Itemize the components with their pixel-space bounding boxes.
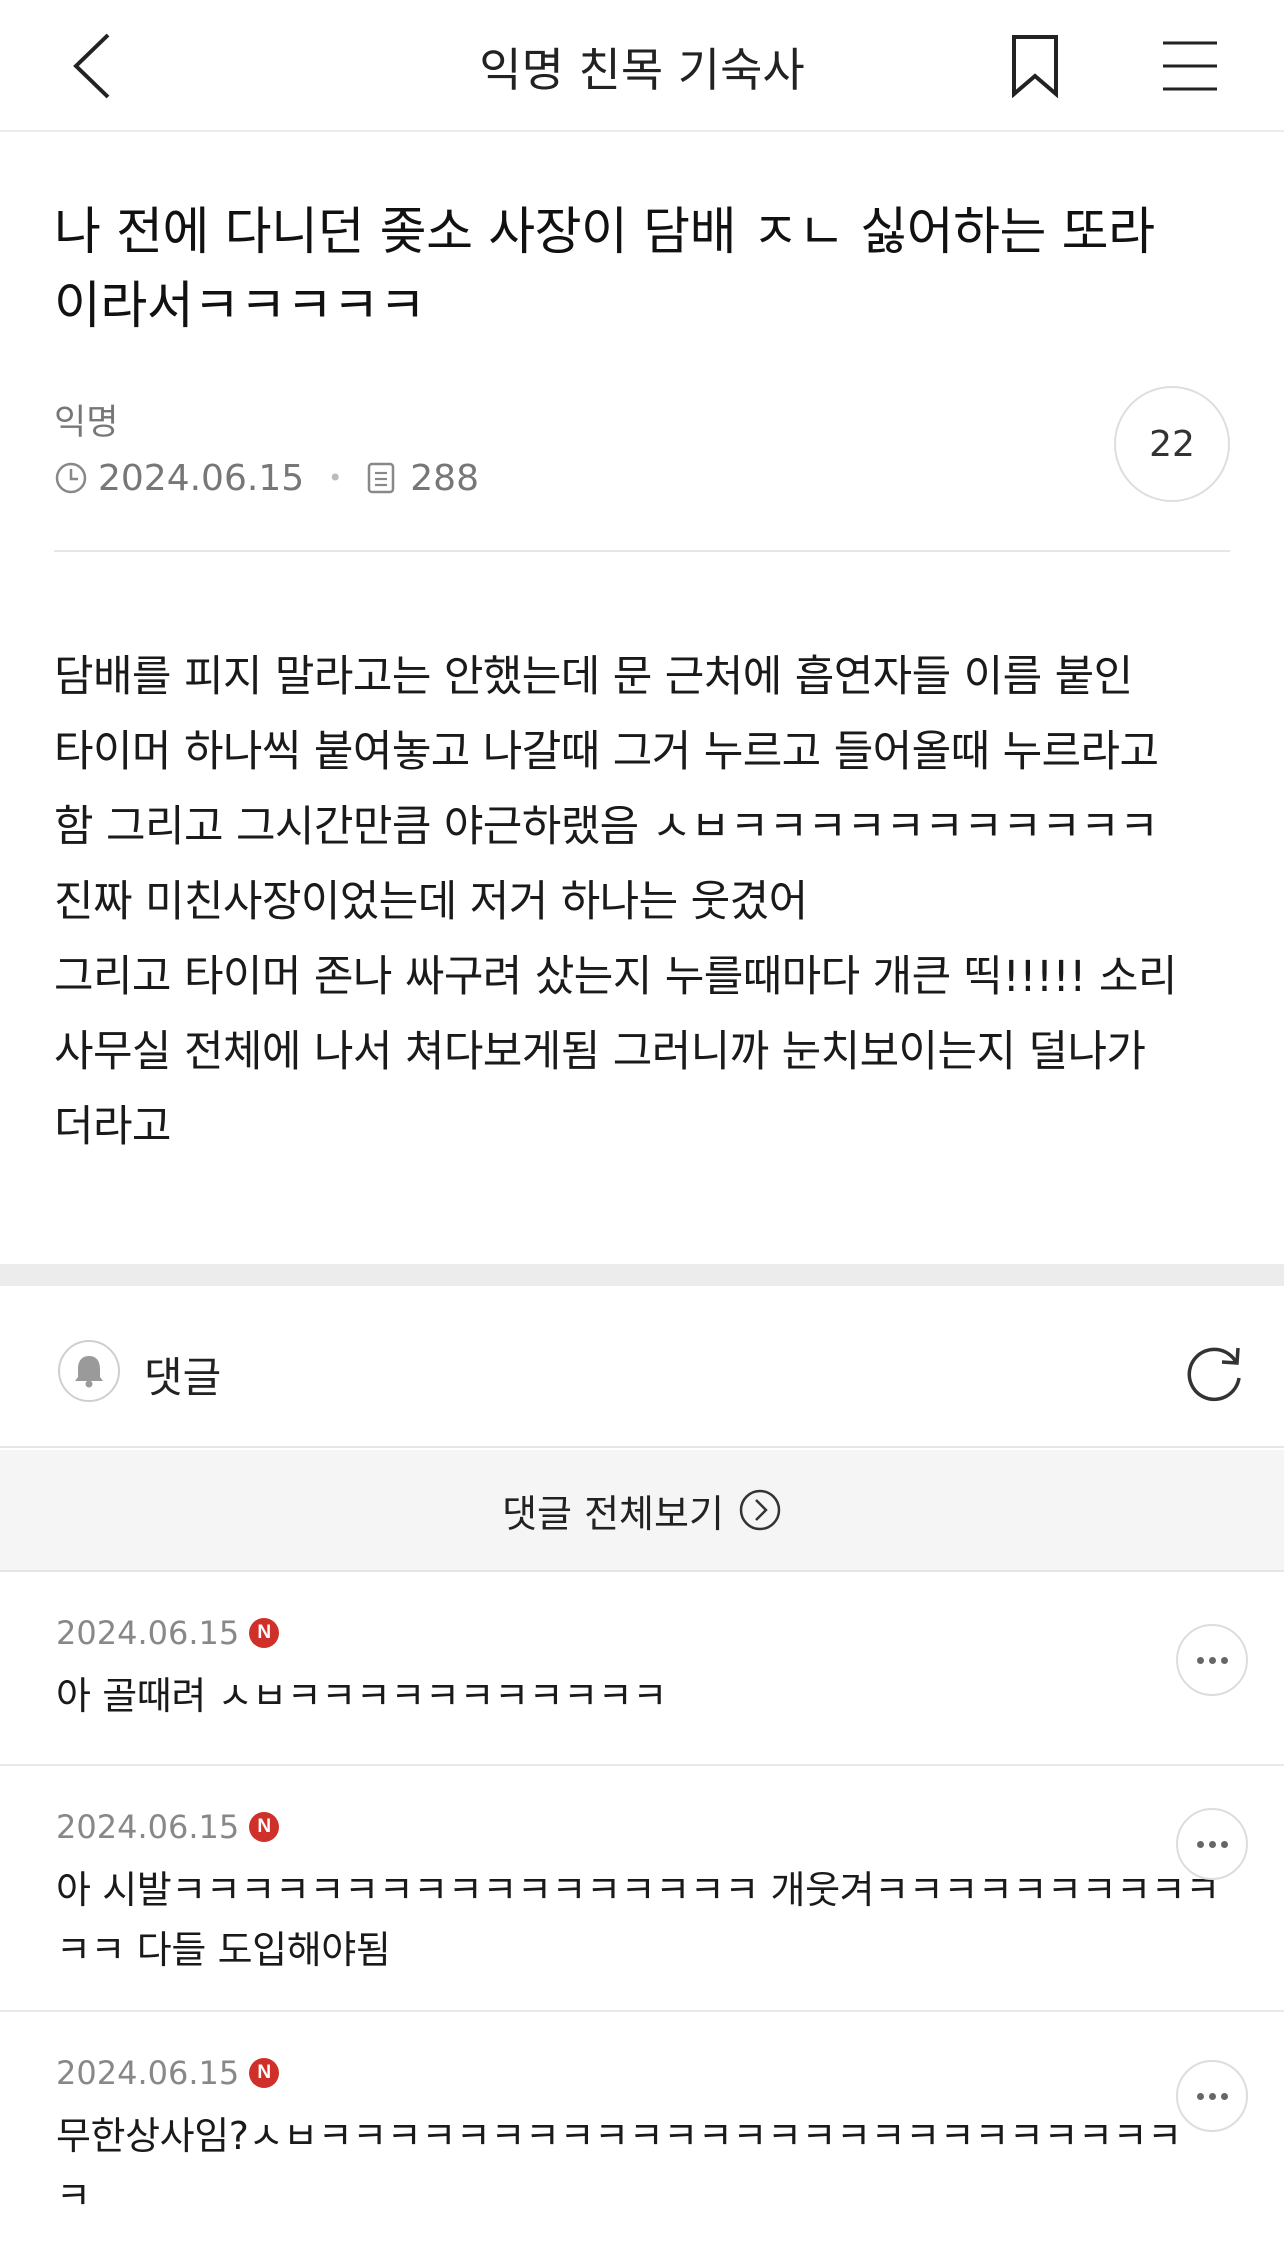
- hamburger-menu-icon: [1163, 41, 1217, 91]
- dot: [1196, 1656, 1204, 1664]
- divider: [54, 550, 1230, 552]
- comment-line: ㅋㅋ 다들 도입해야됨: [56, 1928, 391, 1972]
- bookmark-icon: [1012, 35, 1058, 98]
- comment-line: 아 시발ㅋㅋㅋㅋㅋㅋㅋㅋㅋㅋㅋㅋㅋㅋㅋㅋㅋ 개웃겨ㅋㅋㅋㅋㅋㅋㅋㅋㅋㅋ: [56, 1868, 1220, 1912]
- comment-date: 2024.06.15: [56, 1614, 240, 1652]
- chevron-right-circle-icon: [738, 1488, 782, 1532]
- new-badge: N: [249, 2058, 280, 2088]
- refresh-button[interactable]: [1180, 1338, 1250, 1408]
- dot: [1220, 2092, 1228, 2100]
- more-options-button[interactable]: [1176, 1808, 1248, 1880]
- comment-text: 아 시발ㅋㅋㅋㅋㅋㅋㅋㅋㅋㅋㅋㅋㅋㅋㅋㅋㅋ 개웃겨ㅋㅋㅋㅋㅋㅋㅋㅋㅋㅋ ㅋㅋ 다…: [56, 1860, 1220, 1980]
- dot: [1196, 1840, 1204, 1848]
- comment-text: 무한상사임?ㅅㅂㅋㅋㅋㅋㅋㅋㅋㅋㅋㅋㅋㅋㅋㅋㅋㅋㅋㅋㅋㅋㅋㅋㅋㅋㅋ ㅋ: [56, 2106, 1186, 2226]
- comment-text: 아 골때려 ㅅㅂㅋㅋㅋㅋㅋㅋㅋㅋㅋㅋㅋ: [56, 1666, 1186, 1726]
- comment-meta: 2024.06.15 N: [56, 2054, 280, 2092]
- new-badge: N: [249, 1812, 280, 1842]
- document-icon: [366, 461, 400, 495]
- meta-separator: •: [328, 464, 343, 492]
- comment-date: 2024.06.15: [56, 1808, 240, 1846]
- comment-line: ㅋ: [56, 2174, 91, 2218]
- author-name: 익명: [54, 403, 119, 443]
- refresh-icon: [1187, 1347, 1241, 1402]
- top-bar: 익명 친목 기숙사: [0, 0, 1284, 132]
- cafe-title: 익명 친목 기숙사: [479, 43, 805, 97]
- menu-button[interactable]: [1150, 26, 1230, 106]
- comment-count-button[interactable]: 22: [1114, 386, 1230, 502]
- comments-label: 댓글: [144, 1353, 222, 1402]
- view-all-comments-button[interactable]: 댓글 전체보기: [0, 1450, 1284, 1572]
- more-options-button[interactable]: [1176, 1624, 1248, 1696]
- body-line: 사무실 전체에 나서 쳐다보게됨 그러니까 눈치보이는지 덜나가: [54, 1027, 1146, 1077]
- clock-icon: [54, 461, 88, 495]
- comment-item: 2024.06.15 N 무한상사임?ㅅㅂㅋㅋㅋㅋㅋㅋㅋㅋㅋㅋㅋㅋㅋㅋㅋㅋㅋㅋㅋ…: [0, 2014, 1284, 2250]
- new-badge: N: [249, 1618, 280, 1648]
- comment-date: 2024.06.15: [56, 2054, 240, 2092]
- post-body: 담배를 피지 말라고는 안했는데 문 근처에 흡연자들 이름 붙인 타이머 하나…: [54, 640, 1254, 1165]
- dot: [1196, 2092, 1204, 2100]
- dot: [1208, 2092, 1216, 2100]
- dot: [1208, 1840, 1216, 1848]
- dot: [1220, 1840, 1228, 1848]
- comments-header: 댓글: [0, 1286, 1284, 1448]
- view-all-label: 댓글 전체보기: [502, 1491, 724, 1536]
- view-count: 288: [410, 457, 479, 499]
- bookmark-button[interactable]: [1000, 26, 1070, 106]
- body-line: 타이머 하나씩 붙여놓고 나갈때 그거 누르고 들어올때 누르라고: [54, 727, 1159, 777]
- comment-meta: 2024.06.15 N: [56, 1614, 280, 1652]
- post-title-line: 이라서ㅋㅋㅋㅋㅋ: [54, 277, 426, 336]
- comment-meta: 2024.06.15 N: [56, 1808, 280, 1846]
- post-title: 나 전에 다니던 좆소 사장이 담배 ㅈㄴ 싫어하는 또라 이라서ㅋㅋㅋㅋㅋ: [54, 196, 1234, 344]
- bell-icon: [75, 1356, 103, 1388]
- body-line: 함 그리고 그시간만큼 야근하랬음 ㅅㅂㅋㅋㅋㅋㅋㅋㅋㅋㅋㅋㅋ: [54, 802, 1159, 852]
- body-line: 진짜 미친사장이었는데 저거 하나는 웃겼어: [54, 877, 808, 927]
- post-date: 2024.06.15: [98, 457, 305, 499]
- comment-item: 2024.06.15 N 아 시발ㅋㅋㅋㅋㅋㅋㅋㅋㅋㅋㅋㅋㅋㅋㅋㅋㅋ 개웃겨ㅋㅋ…: [0, 1768, 1284, 2012]
- more-options-button[interactable]: [1176, 2060, 1248, 2132]
- body-line: 담배를 피지 말라고는 안했는데 문 근처에 흡연자들 이름 붙인: [54, 652, 1133, 702]
- comment-line: 아 골때려 ㅅㅂㅋㅋㅋㅋㅋㅋㅋㅋㅋㅋㅋ: [56, 1674, 667, 1718]
- body-line: 그리고 타이머 존나 싸구려 샀는지 누를때마다 개큰 띡!!!!! 소리: [54, 952, 1177, 1002]
- post-meta: 2024.06.15 • 288: [54, 454, 479, 502]
- post-title-line: 나 전에 다니던 좆소 사장이 담배 ㅈㄴ 싫어하는 또라: [54, 203, 1155, 262]
- comment-count: 22: [1149, 423, 1195, 465]
- dot: [1220, 1656, 1228, 1664]
- dot: [1208, 1656, 1216, 1664]
- body-line: 더라고: [54, 1102, 171, 1152]
- comment-line: 무한상사임?ㅅㅂㅋㅋㅋㅋㅋㅋㅋㅋㅋㅋㅋㅋㅋㅋㅋㅋㅋㅋㅋㅋㅋㅋㅋㅋㅋ: [56, 2114, 1182, 2158]
- notification-bell-button[interactable]: [58, 1340, 120, 1402]
- section-separator: [0, 1264, 1284, 1286]
- comment-item: 2024.06.15 N 아 골때려 ㅅㅂㅋㅋㅋㅋㅋㅋㅋㅋㅋㅋㅋ: [0, 1574, 1284, 1766]
